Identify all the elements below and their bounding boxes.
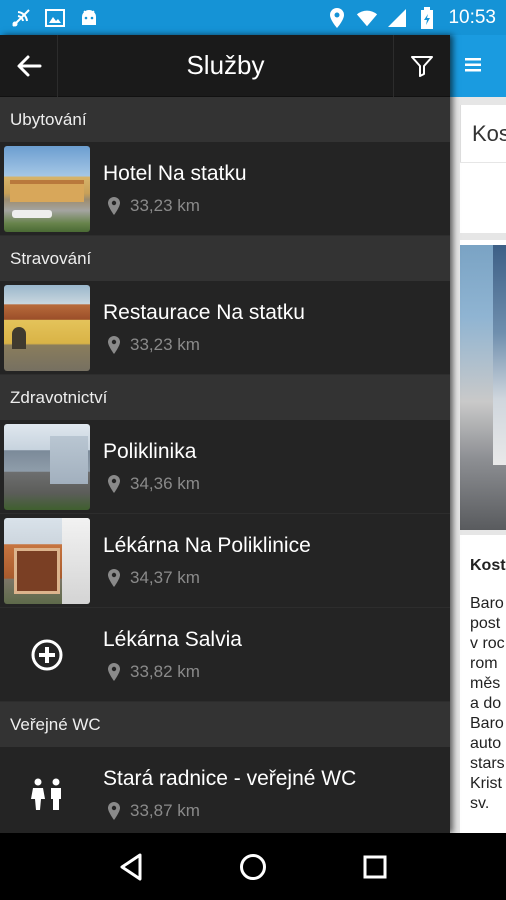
background-text-line: Krist: [470, 775, 502, 792]
list-item[interactable]: Hotel Na statku 33,23 km: [0, 142, 450, 236]
medical-cross-icon: [4, 612, 90, 698]
android-icon: [78, 7, 100, 29]
item-distance: 33,23 km: [103, 335, 305, 355]
background-text-card: Kost Baro post v roc rom měs a do Baro a…: [460, 535, 506, 833]
hamburger-menu-icon[interactable]: [463, 55, 485, 77]
nav-back-button[interactable]: [111, 847, 151, 887]
toolbar: Služby: [0, 35, 450, 97]
background-text-line: rom: [470, 655, 498, 672]
filter-button[interactable]: [393, 35, 450, 97]
item-name: Lékárna Na Poliklinice: [103, 533, 311, 557]
list-item[interactable]: Lékárna Salvia 33,82 km: [0, 608, 450, 702]
section-header-public-wc: Veřejné WC: [0, 702, 450, 747]
image-icon: [44, 7, 66, 29]
list-item[interactable]: Restaurace Na statku 33,23 km: [0, 281, 450, 375]
background-app-bar: [450, 35, 506, 97]
list-item[interactable]: Poliklinika 34,36 km: [0, 420, 450, 514]
background-text-line: a do: [470, 695, 502, 712]
signal-sync-icon: [10, 7, 32, 29]
nav-back-icon: [120, 853, 142, 880]
location-pin-icon: [108, 474, 120, 493]
background-text-line: měs: [470, 675, 501, 692]
location-pin-icon: [108, 568, 120, 587]
background-text-heading: Kost: [470, 557, 506, 574]
restaurant-thumbnail: [4, 284, 90, 371]
wifi-icon: [356, 7, 378, 29]
section-header-healthcare: Zdravotnictví: [0, 375, 450, 420]
clinic-thumbnail: [4, 423, 90, 510]
item-name: Lékárna Salvia: [103, 627, 242, 651]
services-list: Ubytování Hotel Na statku 33,23 km Strav…: [0, 97, 450, 833]
distance-value: 33,87 km: [130, 800, 200, 820]
item-distance: 34,37 km: [103, 568, 311, 588]
status-bar: 10:53: [0, 0, 506, 35]
section-header-dining: Stravování: [0, 236, 450, 281]
location-pin-icon: [108, 335, 120, 354]
item-name: Restaurace Na statku: [103, 300, 305, 324]
location-pin-icon: [108, 662, 120, 681]
location-pin-icon: [108, 196, 120, 215]
section-header-accommodation: Ubytování: [0, 97, 450, 142]
services-drawer: Služby Ubytování Hotel Na statku 33,23 k…: [0, 35, 450, 833]
background-text-line: Baro: [470, 715, 504, 732]
background-image-card: [460, 240, 506, 530]
list-item[interactable]: Stará radnice - veřejné WC 33,87 km: [0, 747, 450, 833]
nav-recents-button[interactable]: [355, 847, 395, 887]
distance-value: 34,36 km: [130, 473, 200, 493]
item-distance: 33,82 km: [103, 662, 242, 682]
restroom-icon: [4, 751, 90, 834]
back-button[interactable]: [0, 35, 58, 97]
background-card-body: [460, 163, 506, 233]
distance-value: 34,37 km: [130, 567, 200, 587]
nav-recents-icon: [363, 855, 387, 878]
background-card-title: Kos: [472, 121, 506, 146]
system-nav-bar: [0, 833, 506, 900]
background-text-line: post: [470, 615, 501, 632]
distance-value: 33,82 km: [130, 661, 200, 681]
nav-home-button[interactable]: [233, 847, 273, 887]
item-name: Hotel Na statku: [103, 161, 247, 185]
clock-time: 10:53: [448, 6, 496, 28]
item-name: Poliklinika: [103, 439, 197, 463]
distance-value: 33,23 km: [130, 195, 200, 215]
arrow-back-icon: [17, 55, 41, 76]
background-text-line: Baro: [470, 595, 504, 612]
background-app: Kos Kost Baro post v roc rom měs a do Ba…: [450, 35, 506, 833]
item-distance: 33,23 km: [103, 196, 247, 216]
nav-home-icon: [240, 853, 266, 880]
screen: 10:53 Kos Kost Baro post v roc rom měs a…: [0, 0, 506, 900]
background-text-line: v roc: [470, 635, 505, 652]
page-title: Služby: [186, 50, 265, 80]
battery-icon: [416, 6, 438, 29]
location-icon: [326, 7, 348, 29]
item-distance: 34,36 km: [103, 474, 200, 494]
filter-icon: [411, 55, 433, 77]
item-distance: 33,87 km: [103, 801, 356, 821]
list-item[interactable]: Lékárna Na Poliklinice 34,37 km: [0, 514, 450, 608]
distance-value: 33,23 km: [130, 334, 200, 354]
background-text-line: auto: [470, 735, 502, 752]
pharmacy-thumbnail: [4, 517, 90, 604]
background-text-line: sv.: [470, 795, 490, 812]
location-pin-icon: [108, 801, 120, 820]
background-photo: [460, 245, 506, 530]
background-text-line: stars: [470, 755, 505, 772]
cell-signal-icon: [386, 7, 408, 29]
hotel-thumbnail: [4, 145, 90, 232]
item-name: Stará radnice - veřejné WC: [103, 766, 357, 790]
